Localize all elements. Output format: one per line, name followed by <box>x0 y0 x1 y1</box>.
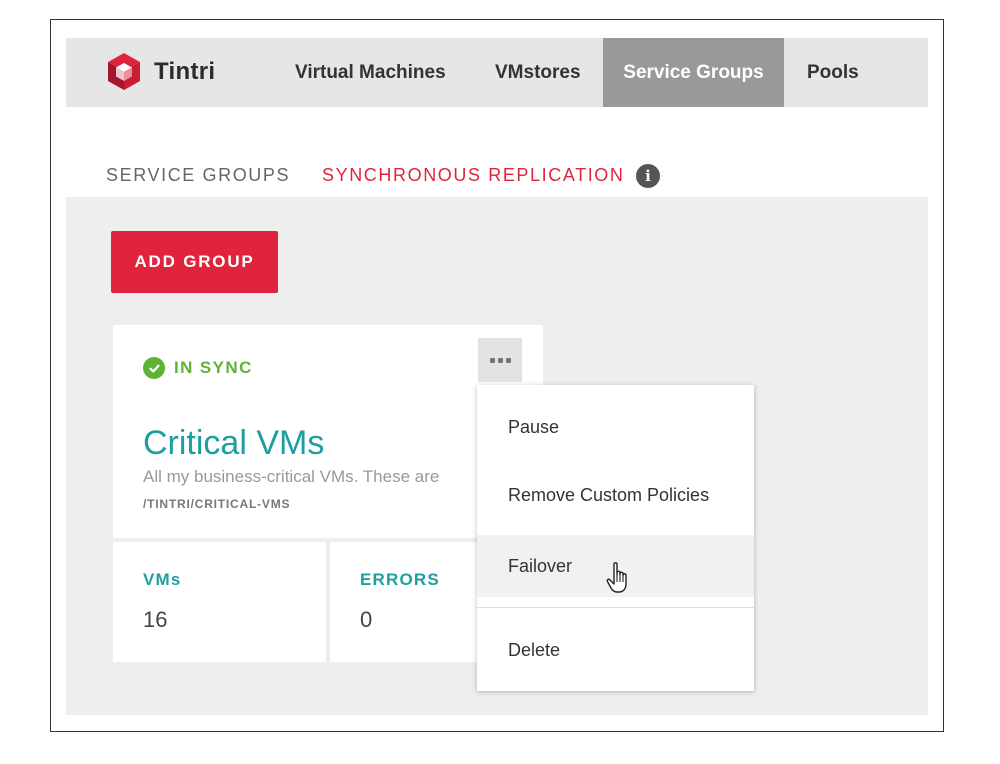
group-title[interactable]: Critical VMs <box>143 424 324 463</box>
menu-item-remove-custom-policies[interactable]: Remove Custom Policies <box>477 465 754 535</box>
group-path: /TINTRI/CRITICAL-VMS <box>143 497 291 511</box>
more-options-button[interactable] <box>478 338 522 382</box>
menu-item-pause[interactable]: Pause <box>477 385 754 465</box>
nav-pools[interactable]: Pools <box>807 38 859 107</box>
info-icon[interactable]: i <box>636 164 660 188</box>
stat-value: 0 <box>360 607 373 632</box>
stat-value: 16 <box>143 607 168 632</box>
nav-vmstores[interactable]: VMstores <box>495 38 581 107</box>
brand-logo[interactable]: Tintri <box>102 50 215 94</box>
brand-name: Tintri <box>154 58 216 85</box>
stat-label: VMs <box>143 570 182 589</box>
more-dot-icon <box>505 357 511 363</box>
group-description: All my business-critical VMs. These are <box>143 467 440 486</box>
status-label: IN SYNC <box>174 358 253 377</box>
stat-vms: VMs 16 <box>113 542 326 662</box>
menu-divider <box>477 607 754 608</box>
stat-label: ERRORS <box>360 570 440 589</box>
tintri-cube-logo-icon <box>108 53 140 90</box>
hand-cursor-icon <box>606 562 627 593</box>
top-nav: Tintri Virtual Machines VMstores Service… <box>66 38 928 107</box>
menu-item-delete[interactable]: Delete <box>477 617 754 683</box>
options-menu: Pause Remove Custom Policies Failover De… <box>477 385 754 691</box>
more-dot-icon <box>497 357 503 363</box>
status-badge: IN SYNC <box>143 356 253 380</box>
nav-service-groups[interactable]: Service Groups <box>603 38 784 107</box>
nav-virtual-machines[interactable]: Virtual Machines <box>295 38 446 107</box>
more-dot-icon <box>489 357 495 363</box>
add-group-button[interactable]: ADD GROUP <box>111 231 278 293</box>
tab-service-groups[interactable]: SERVICE GROUPS <box>106 165 290 201</box>
tab-synchronous-replication[interactable]: SYNCHRONOUS REPLICATION <box>322 165 625 200</box>
check-circle-icon <box>143 357 165 379</box>
